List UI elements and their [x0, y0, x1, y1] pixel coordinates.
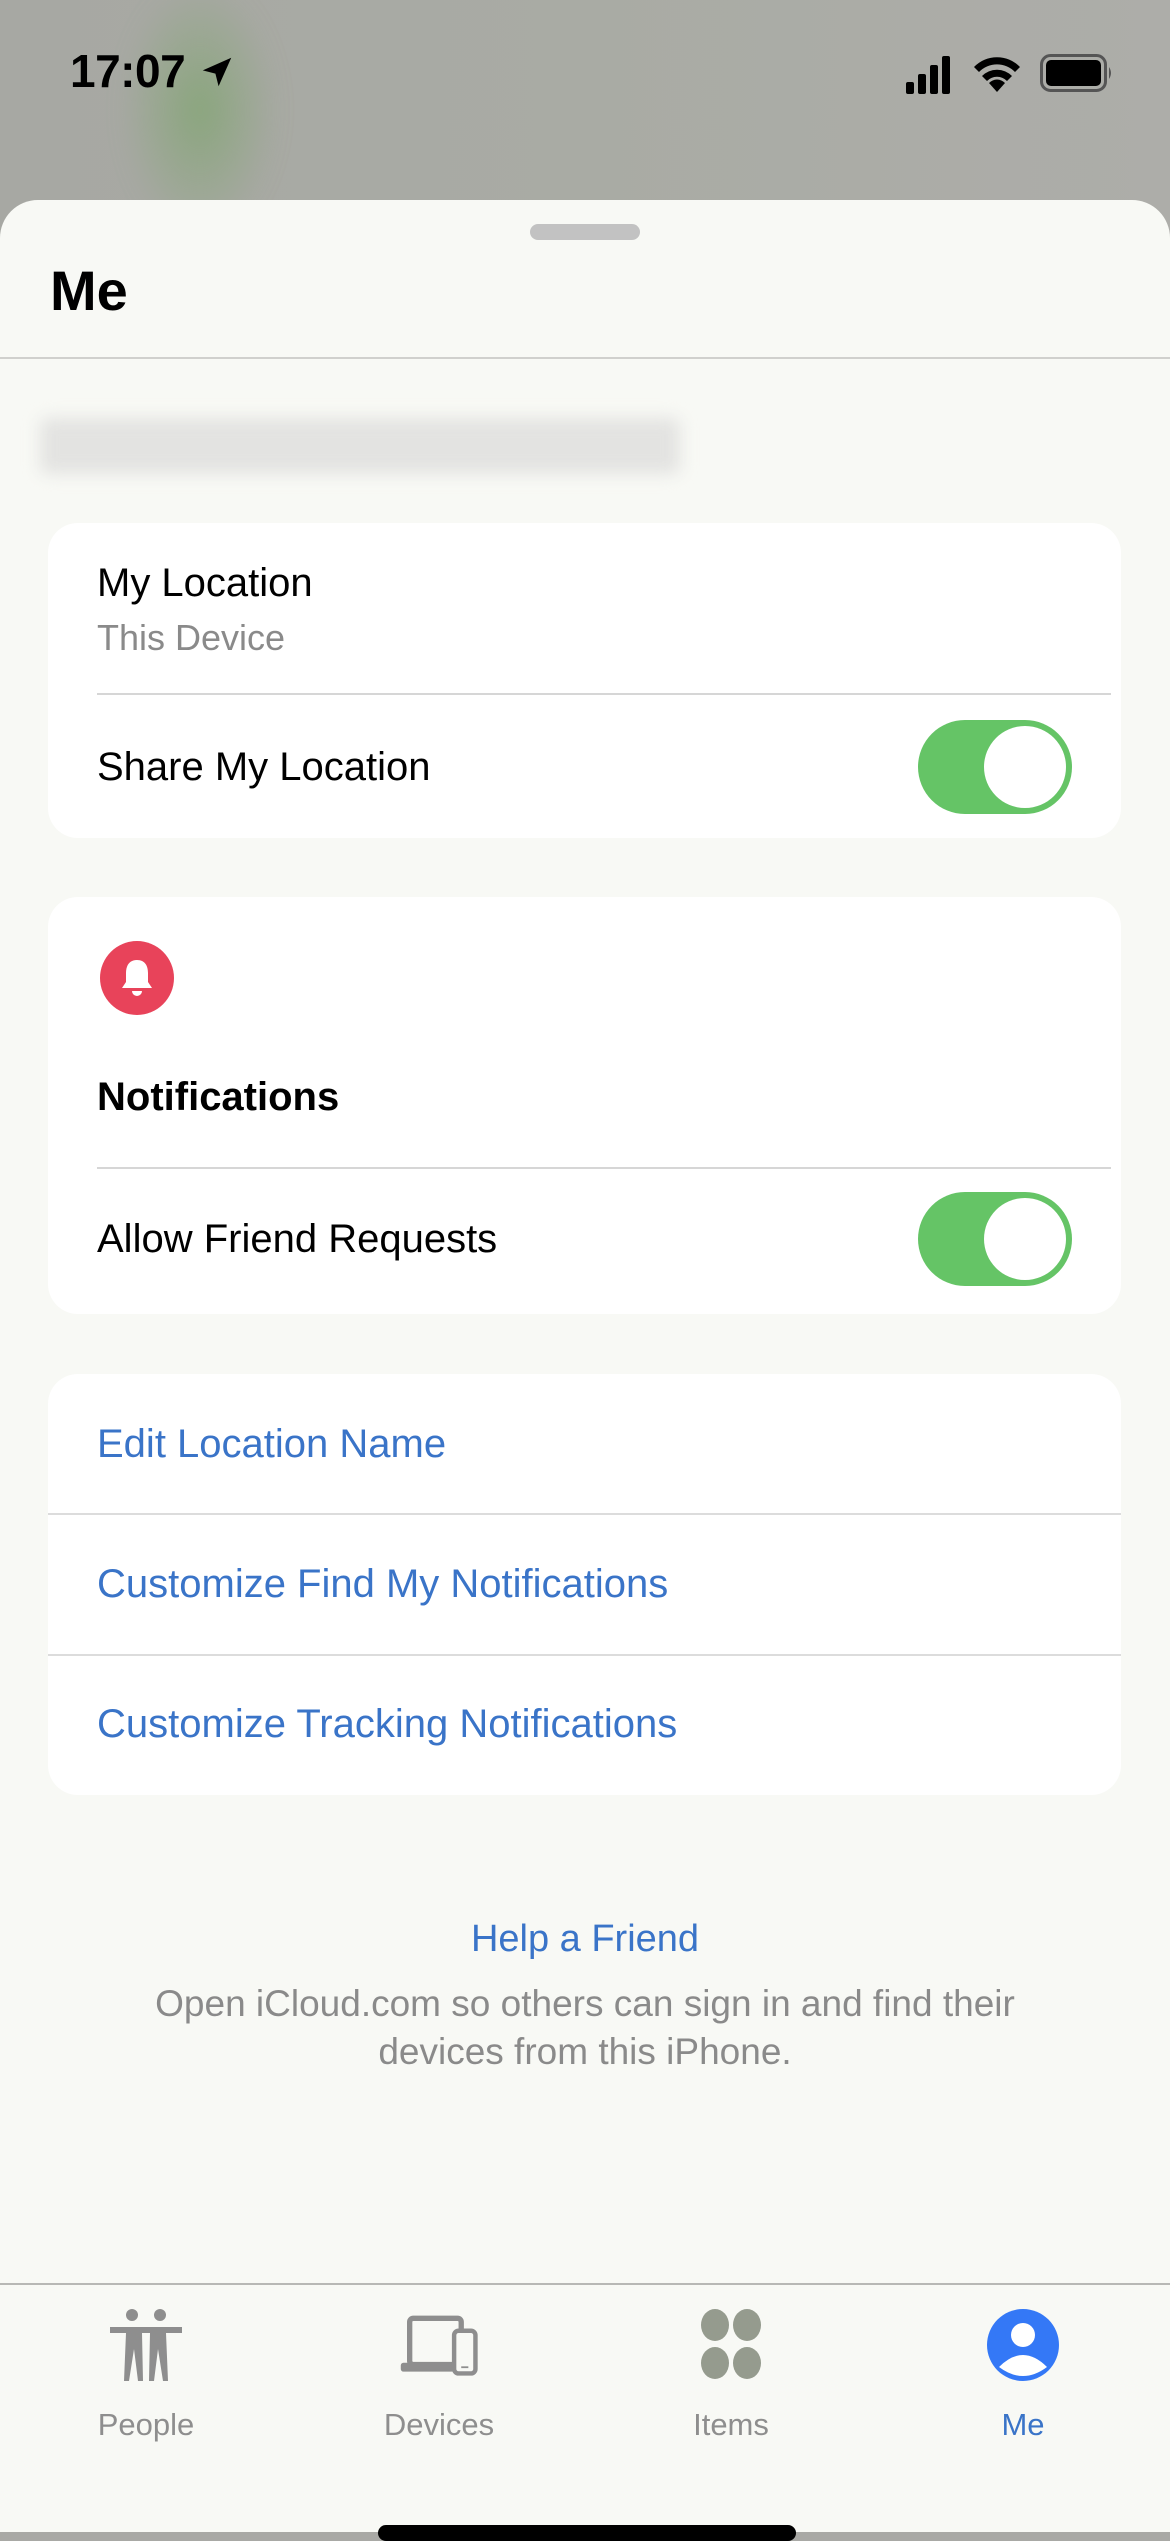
actions-card: Edit Location Name Customize Find My Not… — [48, 1374, 1121, 1795]
bell-icon — [122, 960, 152, 996]
wifi-icon — [974, 57, 1020, 92]
divider — [48, 1513, 1121, 1515]
friend-requests-label: Allow Friend Requests — [97, 1217, 498, 1261]
location-arrow-icon — [202, 57, 232, 87]
battery-full-icon — [1040, 54, 1111, 92]
tab-people[interactable]: People — [46, 2295, 246, 2445]
people-icon — [110, 2309, 182, 2381]
redacted-account-name — [40, 418, 680, 474]
sheet-grabber[interactable] — [530, 224, 640, 240]
tab-bar-divider — [0, 2283, 1170, 2285]
divider — [48, 1654, 1121, 1656]
tab-items[interactable]: Items — [631, 2295, 831, 2445]
edit-location-name-button[interactable]: Edit Location Name — [97, 1422, 446, 1467]
notifications-title: Notifications — [97, 1075, 340, 1119]
notifications-card: Notifications Allow Friend Requests — [48, 897, 1121, 1314]
tab-devices[interactable]: Devices — [339, 2295, 539, 2445]
share-location-label: Share My Location — [97, 745, 431, 789]
status-bar: 17:07 — [0, 0, 1170, 150]
location-card: My Location This Device Share My Locatio… — [48, 523, 1121, 838]
tab-label: Devices — [383, 2407, 495, 2442]
me-sheet: Me My Location This Device Share My Loca… — [0, 200, 1170, 2541]
share-location-toggle[interactable] — [918, 720, 1072, 814]
my-location-title: My Location — [97, 561, 313, 605]
my-location-subtitle: This Device — [97, 617, 286, 658]
help-a-friend-link[interactable]: Help a Friend — [0, 1918, 1170, 1961]
person-circle-icon — [987, 2309, 1059, 2381]
help-a-friend-description: Open iCloud.com so others can sign in an… — [155, 1983, 1015, 2072]
tab-label: Me — [1001, 2407, 1045, 2442]
tab-label: People — [97, 2407, 195, 2442]
notifications-badge — [100, 941, 174, 1015]
page-title: Me — [50, 259, 128, 322]
tab-label: Items — [693, 2407, 769, 2442]
items-icon — [701, 2309, 761, 2379]
cellular-signal-icon — [906, 56, 950, 94]
header-divider — [0, 357, 1170, 359]
divider — [97, 1167, 1111, 1169]
home-indicator[interactable] — [378, 2525, 796, 2541]
status-time: 17:07 — [70, 45, 186, 97]
devices-icon — [400, 2315, 478, 2376]
friend-requests-toggle[interactable] — [918, 1192, 1072, 1286]
customize-find-my-notifications-button[interactable]: Customize Find My Notifications — [97, 1562, 668, 1607]
tab-me[interactable]: Me — [923, 2295, 1123, 2445]
divider — [97, 693, 1111, 695]
customize-tracking-notifications-button[interactable]: Customize Tracking Notifications — [97, 1702, 677, 1747]
